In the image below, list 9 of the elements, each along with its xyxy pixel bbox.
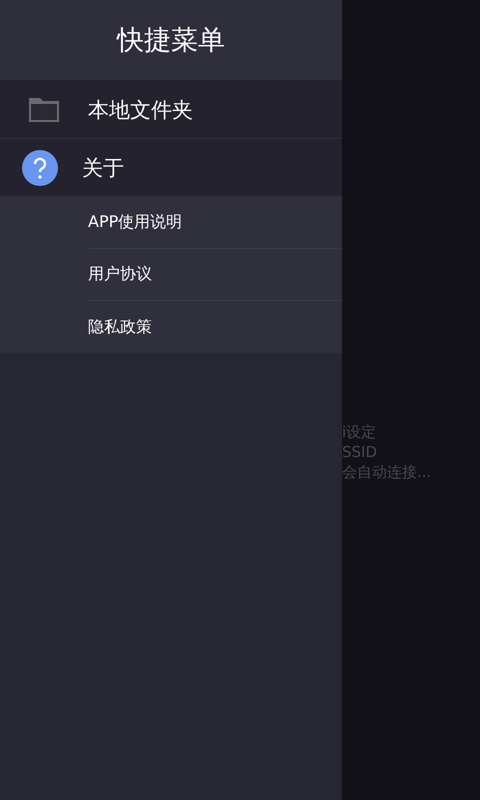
menu-item[interactable]: 关于 — [0, 139, 342, 197]
drawer-title: 快捷菜单 — [117, 24, 225, 58]
submenu-item[interactable]: 隐私政策 — [88, 301, 342, 353]
menu-item[interactable]: 本地文件夹 — [0, 81, 342, 139]
background-text: i设定 — [342, 422, 378, 442]
help-icon — [22, 150, 58, 186]
background-text: 会自动连接... — [342, 462, 432, 482]
folder-icon — [28, 96, 60, 122]
background-text: SSID — [342, 442, 378, 462]
